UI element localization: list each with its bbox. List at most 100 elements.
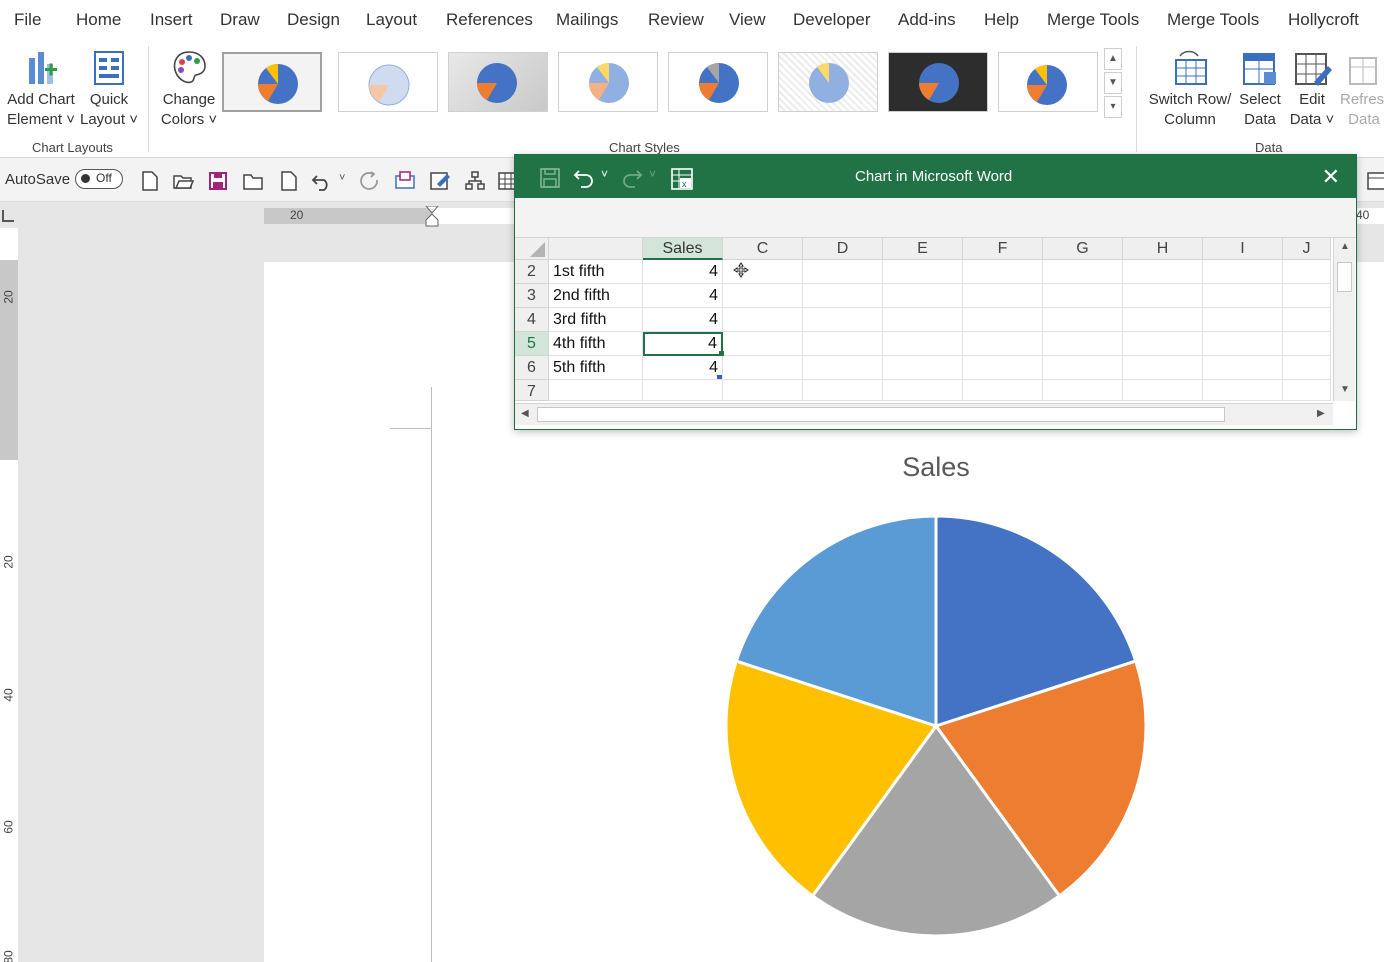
redo-icon[interactable]	[359, 170, 381, 192]
scroll-left-icon[interactable]: ◀	[521, 408, 529, 419]
empty-cell[interactable]	[1123, 380, 1203, 401]
vertical-scroll-thumb[interactable]	[1337, 262, 1352, 292]
chart-style-3[interactable]	[448, 52, 548, 112]
quick-layout-button[interactable]: Quick Layout ˅	[78, 48, 140, 130]
empty-cell[interactable]	[1123, 284, 1203, 308]
empty-cell[interactable]	[883, 332, 963, 356]
scroll-up-icon[interactable]: ▲	[1340, 241, 1350, 252]
empty-cell[interactable]	[1283, 308, 1331, 332]
category-cell[interactable]: 3rd fifth	[549, 308, 643, 332]
save-icon[interactable]	[207, 170, 229, 192]
tab-merge-tools-2[interactable]: Merge Tools	[1167, 10, 1259, 30]
row-header[interactable]: 5	[515, 332, 549, 356]
vertical-scrollbar[interactable]: ▲ ▼	[1333, 238, 1355, 401]
empty-cell[interactable]	[1203, 308, 1283, 332]
form-check-icon[interactable]	[429, 170, 451, 192]
autosave-toggle[interactable]: Off	[75, 169, 123, 189]
scroll-right-icon[interactable]: ▶	[1317, 408, 1325, 419]
tab-add-ins[interactable]: Add-ins	[898, 10, 956, 30]
empty-cell[interactable]	[883, 356, 963, 380]
empty-cell[interactable]	[883, 260, 963, 284]
merge-icon[interactable]	[394, 170, 416, 192]
empty-cell[interactable]	[883, 308, 963, 332]
org-chart-icon[interactable]	[464, 170, 486, 192]
column-header-a[interactable]	[549, 238, 643, 260]
row-header[interactable]: 2	[515, 260, 549, 284]
empty-cell[interactable]	[1203, 356, 1283, 380]
tab-mailings[interactable]: Mailings	[556, 10, 618, 30]
empty-cell[interactable]	[963, 380, 1043, 401]
edit-in-excel-icon[interactable]: x	[670, 167, 694, 191]
empty-cell[interactable]	[1123, 356, 1203, 380]
undo-dropdown-icon[interactable]: ˅	[601, 167, 608, 181]
column-header-f[interactable]: F	[963, 238, 1043, 260]
empty-cell[interactable]	[1203, 284, 1283, 308]
change-colors-button[interactable]: Change Colors ˅	[156, 48, 222, 130]
tab-developer[interactable]: Developer	[793, 10, 871, 30]
empty-cell[interactable]	[1283, 284, 1331, 308]
chart-title[interactable]: Sales	[836, 452, 1036, 483]
column-header-i[interactable]: I	[1203, 238, 1283, 260]
category-cell[interactable]: 1st fifth	[549, 260, 643, 284]
empty-cell[interactable]	[963, 356, 1043, 380]
undo-icon[interactable]	[573, 167, 595, 189]
value-cell[interactable]: 4	[643, 284, 723, 308]
empty-cell[interactable]	[1203, 380, 1283, 401]
formula-bar[interactable]	[515, 198, 1356, 238]
empty-cell[interactable]	[883, 380, 963, 401]
chart-style-6[interactable]	[778, 52, 878, 112]
empty-cell[interactable]	[1043, 284, 1123, 308]
empty-cell[interactable]	[803, 332, 883, 356]
value-cell[interactable]: 4	[643, 308, 723, 332]
tab-design[interactable]: Design	[287, 10, 340, 30]
column-header-g[interactable]: G	[1043, 238, 1123, 260]
empty-cell[interactable]	[963, 284, 1043, 308]
chart-style-8[interactable]	[998, 52, 1098, 112]
empty-cell[interactable]	[803, 380, 883, 401]
tab-draw[interactable]: Draw	[220, 10, 260, 30]
column-header-j[interactable]: J	[1283, 238, 1331, 260]
empty-cell[interactable]	[963, 260, 1043, 284]
save-icon[interactable]	[539, 167, 561, 189]
category-cell[interactable]: 5th fifth	[549, 356, 643, 380]
empty-cell[interactable]	[1283, 380, 1331, 401]
category-cell[interactable]: 4th fifth	[549, 332, 643, 356]
empty-cell[interactable]	[1283, 260, 1331, 284]
chart-style-1[interactable]	[222, 52, 322, 112]
category-cell[interactable]: 2nd fifth	[549, 284, 643, 308]
tab-file[interactable]: File	[14, 10, 41, 30]
value-cell[interactable]: 4	[643, 260, 723, 284]
empty-cell[interactable]	[723, 332, 803, 356]
row-header[interactable]: 7	[515, 380, 549, 401]
tab-merge-tools-1[interactable]: Merge Tools	[1047, 10, 1139, 30]
column-header-h[interactable]: H	[1123, 238, 1203, 260]
new-document-icon[interactable]	[138, 170, 160, 192]
empty-cell[interactable]	[803, 260, 883, 284]
add-chart-element-button[interactable]: Add Chart Element ˅	[4, 48, 78, 130]
empty-cell[interactable]	[1283, 332, 1331, 356]
empty-cell[interactable]	[1123, 308, 1203, 332]
empty-cell[interactable]	[803, 284, 883, 308]
blank-page-icon[interactable]	[277, 170, 299, 192]
indent-marker-icon[interactable]	[424, 206, 440, 234]
empty-cell[interactable]	[1043, 260, 1123, 284]
gallery-scroll-down[interactable]: ▼	[1104, 72, 1122, 94]
panel-icon[interactable]	[1364, 170, 1384, 192]
category-cell[interactable]	[549, 380, 643, 401]
refresh-data-button[interactable]: Refresh Data	[1340, 48, 1384, 130]
select-all-corner[interactable]	[515, 238, 549, 260]
tab-home[interactable]: Home	[76, 10, 121, 30]
tab-references[interactable]: References	[446, 10, 533, 30]
tab-hollycroft[interactable]: Hollycroft	[1288, 10, 1359, 30]
tab-review[interactable]: Review	[648, 10, 704, 30]
gallery-more[interactable]: ▾	[1104, 96, 1122, 118]
tab-layout[interactable]: Layout	[366, 10, 417, 30]
empty-cell[interactable]	[1283, 356, 1331, 380]
pie-chart[interactable]	[720, 510, 1152, 942]
close-icon[interactable]: ✕	[1322, 164, 1340, 190]
empty-cell[interactable]	[1203, 260, 1283, 284]
empty-cell[interactable]	[1203, 332, 1283, 356]
undo-icon[interactable]	[311, 170, 333, 192]
folder-icon[interactable]	[242, 170, 264, 192]
empty-cell[interactable]	[723, 308, 803, 332]
